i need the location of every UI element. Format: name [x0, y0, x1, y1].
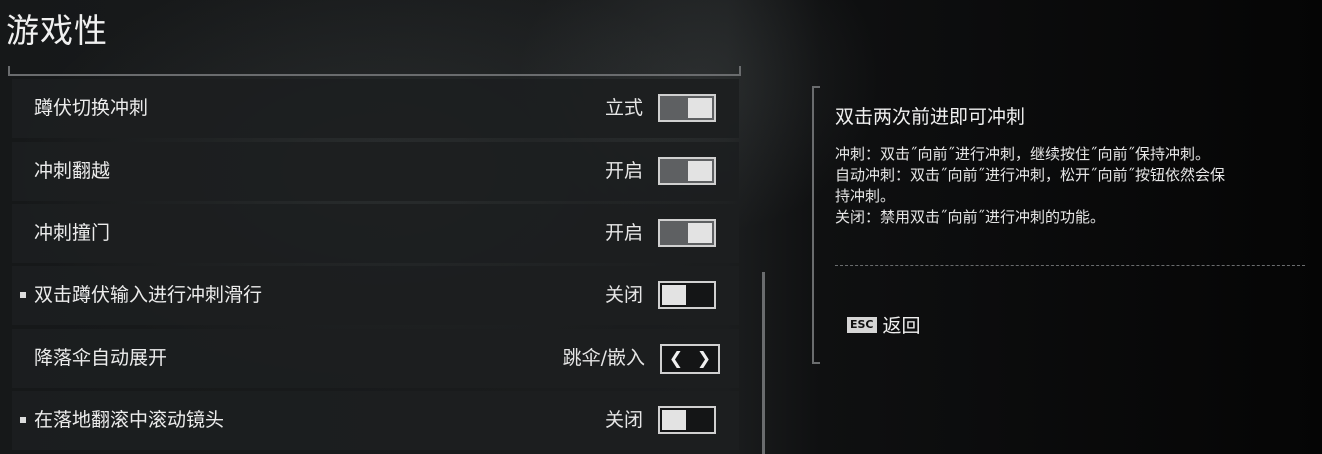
setting-row-crouch-sprint[interactable]: 蹲伏切换冲刺 立式 — [12, 79, 739, 138]
toggle-switch[interactable] — [658, 157, 716, 185]
toggle-switch[interactable] — [658, 94, 716, 122]
modified-marker-icon — [20, 417, 26, 423]
toggle-switch[interactable] — [658, 406, 716, 434]
toggle-knob — [688, 161, 712, 181]
toggle-switch[interactable] — [658, 281, 716, 309]
setting-value: 跳伞/嵌入 — [562, 347, 645, 369]
panel-corner — [814, 86, 820, 88]
toggle-knob — [662, 410, 686, 430]
chevron-left-icon[interactable]: ❮ — [669, 350, 683, 368]
toggle-knob — [662, 285, 686, 305]
panel-corner — [814, 362, 820, 364]
info-line: 持冲刺。 — [835, 187, 896, 205]
setting-label: 冲刺翻越 — [34, 160, 111, 182]
list-frame — [8, 66, 741, 76]
option-stepper[interactable]: ❮ ❯ — [660, 344, 720, 374]
esc-key-icon: ESC — [847, 316, 877, 333]
toggle-knob — [688, 98, 712, 118]
setting-label: 冲刺撞门 — [34, 222, 111, 244]
divider — [835, 265, 1305, 266]
setting-value: 关闭 — [604, 409, 643, 431]
info-line: 冲刺：双击˝向前˝进行冲刺，继续按住˝向前˝保持冲刺。 — [835, 145, 1211, 163]
setting-row-parachute-auto[interactable]: 降落伞自动展开 跳伞/嵌入 ❮ ❯ — [12, 329, 739, 388]
modified-marker-icon — [20, 292, 26, 298]
setting-row-double-tap-slide[interactable]: 双击蹲伏输入进行冲刺滑行 关闭 — [12, 266, 739, 325]
setting-row-sprint-vault[interactable]: 冲刺翻越 开启 — [12, 142, 739, 201]
info-title: 双击两次前进即可冲刺 — [835, 106, 1026, 128]
info-description: 冲刺：双击˝向前˝进行冲刺，继续按住˝向前˝保持冲刺。 自动冲刺：双击˝向前˝进… — [835, 144, 1305, 228]
setting-value: 开启 — [604, 160, 643, 182]
setting-label: 双击蹲伏输入进行冲刺滑行 — [34, 284, 263, 306]
info-line: 自动冲刺：双击˝向前˝进行冲刺，松开˝向前˝按钮依然会保 — [835, 166, 1226, 184]
setting-value: 关闭 — [604, 284, 643, 306]
setting-row-roll-camera[interactable]: 在落地翻滚中滚动镜头 关闭 — [12, 391, 739, 450]
setting-label: 降落伞自动展开 — [34, 347, 168, 369]
page-title: 游戏性 — [6, 11, 108, 50]
back-label: 返回 — [882, 315, 921, 337]
setting-value: 开启 — [604, 222, 643, 244]
chevron-right-icon[interactable]: ❯ — [697, 350, 711, 368]
scrollbar[interactable] — [762, 272, 765, 454]
setting-label: 蹲伏切换冲刺 — [34, 97, 149, 119]
setting-row-sprint-door[interactable]: 冲刺撞门 开启 — [12, 204, 739, 263]
toggle-switch[interactable] — [658, 219, 716, 247]
info-panel: 双击两次前进即可冲刺 冲刺：双击˝向前˝进行冲刺，继续按住˝向前˝保持冲刺。 自… — [812, 86, 1312, 364]
setting-label: 在落地翻滚中滚动镜头 — [34, 409, 225, 431]
back-button[interactable]: ESC 返回 — [847, 311, 921, 338]
info-line: 关闭：禁用双击˝向前˝进行冲刺的功能。 — [835, 208, 1106, 226]
setting-value: 立式 — [604, 97, 643, 119]
toggle-knob — [688, 223, 712, 243]
